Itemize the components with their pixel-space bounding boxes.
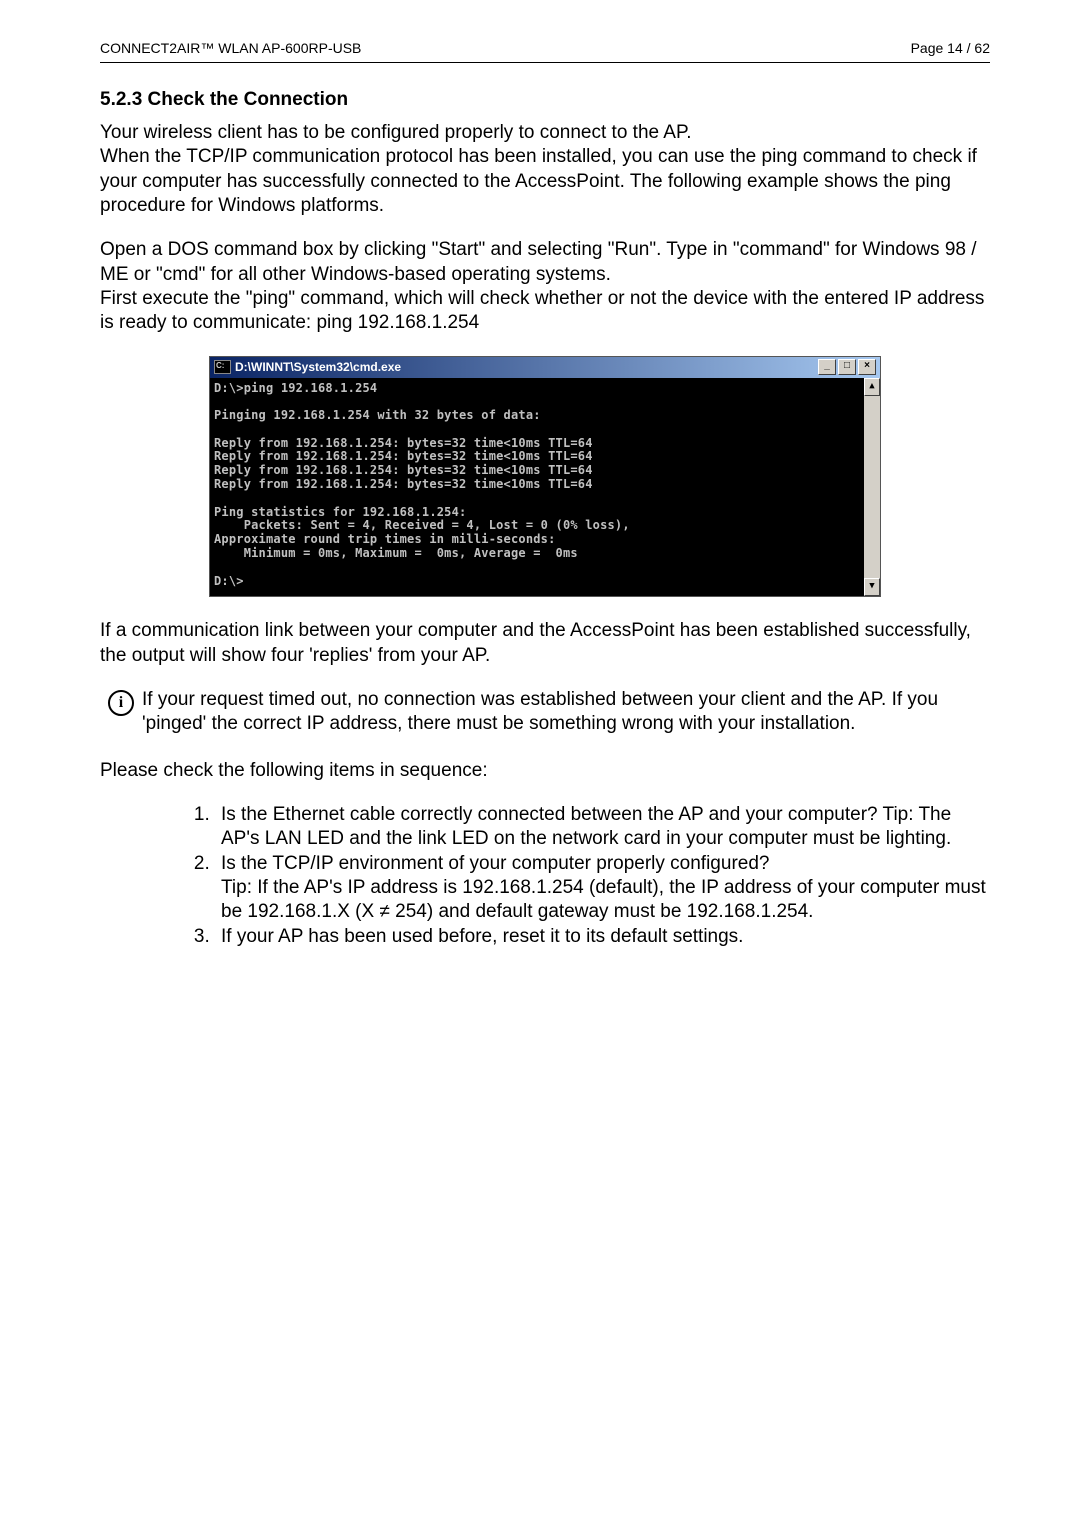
checklist-item: Is the Ethernet cable correctly connecte… [215,803,990,852]
checklist-item: If your AP has been used before, reset i… [215,925,990,949]
checklist-item-text: Is the TCP/IP environment of your comput… [221,853,986,923]
page: CONNECT2AIR™ WLAN AP-600RP-USB Page 14 /… [0,0,1080,949]
info-icon: i [108,690,134,716]
cmd-body: D:\>ping 192.168.1.254 Pinging 192.168.1… [210,378,864,597]
scroll-down-icon[interactable]: ▼ [864,578,880,596]
info-text: If your request timed out, no connection… [142,688,990,737]
header-divider [100,62,990,63]
checklist-item-text: If your AP has been used before, reset i… [221,926,743,947]
maximize-button[interactable]: □ [838,359,856,375]
cmd-title: D:\WINNT\System32\cmd.exe [235,360,401,374]
scroll-up-icon[interactable]: ▲ [864,378,880,396]
cmd-title-left: C: D:\WINNT\System32\cmd.exe [214,360,401,374]
paragraph-after-cmd: If a communication link between your com… [100,619,990,668]
page-header: CONNECT2AIR™ WLAN AP-600RP-USB Page 14 /… [100,40,990,56]
cmd-body-wrap: D:\>ping 192.168.1.254 Pinging 192.168.1… [210,378,880,597]
paragraph-2: Open a DOS command box by clicking "Star… [100,238,990,335]
header-right: Page 14 / 62 [911,40,990,56]
checklist-item-text: Is the Ethernet cable correctly connecte… [221,804,951,849]
cmd-window-buttons: _ □ × [818,359,876,375]
cmd-scrollbar[interactable]: ▲ ▼ [864,378,880,597]
cmd-titlebar: C: D:\WINNT\System32\cmd.exe _ □ × [210,357,880,378]
close-button[interactable]: × [858,359,876,375]
cmd-window-icon: C: [214,360,231,374]
cmd-window: C: D:\WINNT\System32\cmd.exe _ □ × D:\>p… [209,356,881,598]
cmd-window-wrap: C: D:\WINNT\System32\cmd.exe _ □ × D:\>p… [100,356,990,598]
header-left: CONNECT2AIR™ WLAN AP-600RP-USB [100,40,361,56]
checklist-intro: Please check the following items in sequ… [100,759,990,783]
minimize-button[interactable]: _ [818,359,836,375]
paragraph-1: Your wireless client has to be configure… [100,121,990,218]
checklist: Is the Ethernet cable correctly connecte… [100,803,990,949]
info-callout: i If your request timed out, no connecti… [100,688,990,737]
section-heading: 5.2.3 Check the Connection [100,89,990,111]
checklist-item: Is the TCP/IP environment of your comput… [215,852,990,925]
